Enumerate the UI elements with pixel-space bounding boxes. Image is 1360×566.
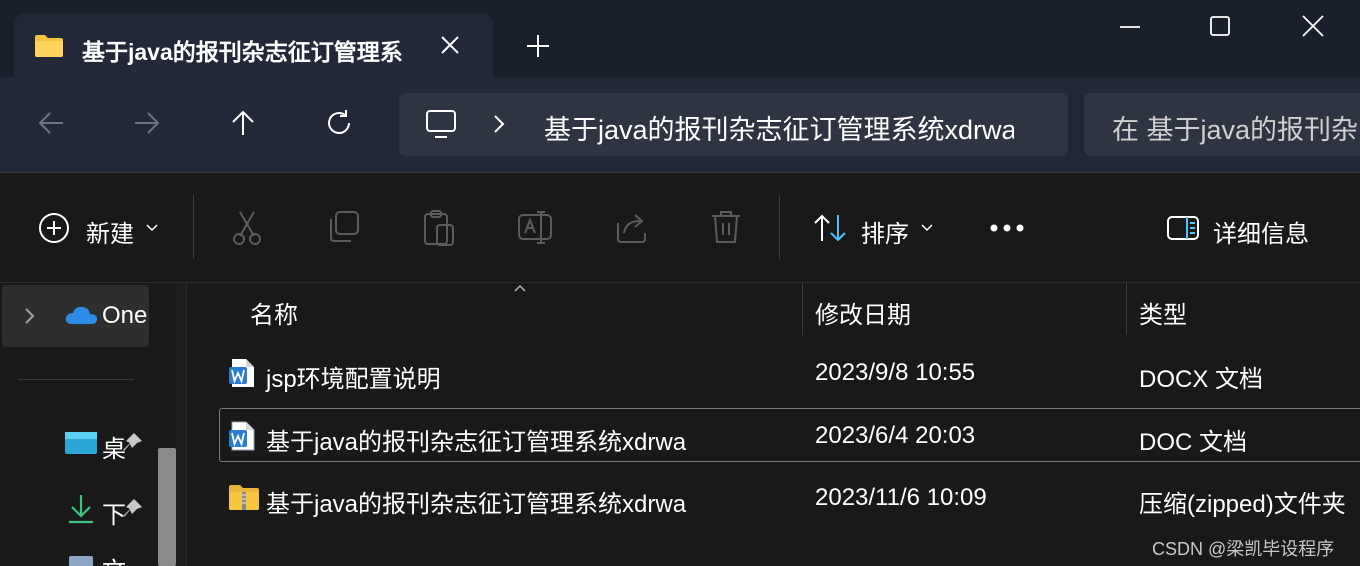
up-icon[interactable] [228, 108, 258, 138]
file-type: DOC 文档 [1139, 429, 1247, 456]
sidebar-item-downloads[interactable]: 下 [62, 491, 152, 529]
address-path: 基于java的报刊杂志征订管理系统xdrwa [544, 115, 1014, 145]
forward-icon[interactable] [132, 108, 162, 138]
chevron-down-icon [146, 224, 158, 232]
word-doc-icon [229, 421, 255, 451]
details-pane-button[interactable]: 详细信息 [1165, 209, 1325, 249]
new-label: 新建 [86, 221, 134, 248]
documents-icon [69, 556, 93, 566]
sort-ascending-indicator-icon [514, 285, 526, 292]
computer-icon [426, 110, 456, 138]
file-name: 基于java的报刊杂志征订管理系统xdrwa [266, 429, 687, 456]
zip-folder-icon [229, 485, 259, 510]
delete-icon[interactable] [710, 209, 742, 245]
toolbar-divider [779, 195, 780, 259]
pin-icon[interactable] [120, 431, 144, 455]
column-divider[interactable] [1126, 283, 1127, 335]
new-button[interactable]: 新建 [36, 209, 166, 249]
watermark-text: CSDN @梁凯毕设程序 [1152, 539, 1335, 559]
file-type: 压缩(zipped)文件夹 [1139, 491, 1346, 518]
search-box[interactable]: 在 基于java的报刊杂 [1084, 93, 1360, 156]
sort-button[interactable]: 排序 [811, 209, 941, 249]
scrollbar-thumb[interactable] [158, 448, 176, 566]
scrollbar-track[interactable] [176, 283, 187, 566]
cut-icon[interactable] [230, 210, 264, 246]
chevron-right-icon[interactable] [492, 113, 506, 135]
desktop-icon [65, 432, 97, 454]
file-row[interactable]: 基于java的报刊杂志征订管理系统xdrwa 2023/11/6 10:09 压… [220, 471, 1360, 525]
file-date: 2023/11/6 10:09 [815, 484, 987, 511]
column-divider[interactable] [802, 283, 803, 335]
share-icon[interactable] [614, 211, 650, 245]
copy-icon[interactable] [327, 210, 361, 244]
onedrive-cloud-icon [65, 306, 97, 324]
sidebar-item-label: 文 [102, 551, 126, 566]
sidebar-item-desktop[interactable]: 桌 [62, 426, 152, 463]
word-docx-icon [229, 359, 254, 387]
details-label: 详细信息 [1213, 221, 1309, 248]
minimize-icon[interactable] [1118, 14, 1142, 38]
file-row[interactable]: jsp环境配置说明 2023/9/8 10:55 DOCX 文档 [220, 346, 1360, 400]
title-bar: 基于java的报刊杂志征订管理系 [0, 0, 1360, 77]
rename-icon[interactable] [517, 210, 555, 246]
download-icon [69, 495, 93, 524]
pin-icon[interactable] [120, 497, 144, 521]
navigation-pane: One 桌 下 文 [0, 283, 187, 566]
column-header-type[interactable]: 类型 [1139, 295, 1187, 330]
back-icon[interactable] [36, 108, 66, 138]
file-name: jsp环境配置说明 [266, 366, 441, 393]
address-bar[interactable]: 基于java的报刊杂志征订管理系统xdrwa [399, 93, 1068, 156]
search-placeholder: 在 基于java的报刊杂 [1112, 115, 1359, 145]
file-date: 2023/9/8 10:55 [815, 359, 976, 386]
folder-icon [35, 35, 63, 57]
file-date: 2023/6/4 20:03 [815, 422, 976, 449]
new-tab-icon[interactable] [525, 33, 551, 59]
sort-icon [814, 214, 846, 242]
chevron-down-icon [921, 224, 933, 232]
paste-icon[interactable] [422, 209, 456, 247]
sidebar-item-label: One [102, 302, 148, 329]
sidebar-divider [18, 379, 134, 380]
close-window-icon[interactable] [1301, 14, 1325, 38]
column-header-name[interactable]: 名称 [250, 295, 298, 330]
column-header-modified[interactable]: 修改日期 [815, 295, 911, 330]
file-type: DOCX 文档 [1139, 366, 1264, 393]
close-tab-icon[interactable] [438, 33, 462, 57]
sidebar-item-onedrive[interactable]: One [2, 285, 149, 347]
more-options-icon[interactable] [989, 223, 1025, 233]
refresh-icon[interactable] [324, 108, 354, 138]
navigation-bar: 基于java的报刊杂志征订管理系统xdrwa 在 基于java的报刊杂 [0, 77, 1360, 173]
toolbar-divider [193, 195, 194, 259]
file-row[interactable]: 基于java的报刊杂志征订管理系统xdrwa 2023/6/4 20:03 DO… [219, 408, 1360, 462]
sort-label: 排序 [861, 221, 909, 248]
command-toolbar: 新建 排序 详细信息 [0, 173, 1360, 283]
sidebar-item-documents[interactable]: 文 [62, 551, 152, 566]
tab-active[interactable]: 基于java的报刊杂志征订管理系 [14, 13, 493, 77]
new-plus-icon [39, 213, 69, 243]
file-name: 基于java的报刊杂志征订管理系统xdrwa [266, 491, 687, 518]
file-list: 名称 修改日期 类型 jsp环境配置说明 2023/9/8 10:55 DOCX… [188, 283, 1360, 566]
details-pane-icon [1167, 216, 1199, 240]
expand-chevron-icon[interactable] [24, 307, 36, 325]
maximize-icon[interactable] [1208, 14, 1232, 38]
tab-title: 基于java的报刊杂志征订管理系 [82, 39, 403, 65]
